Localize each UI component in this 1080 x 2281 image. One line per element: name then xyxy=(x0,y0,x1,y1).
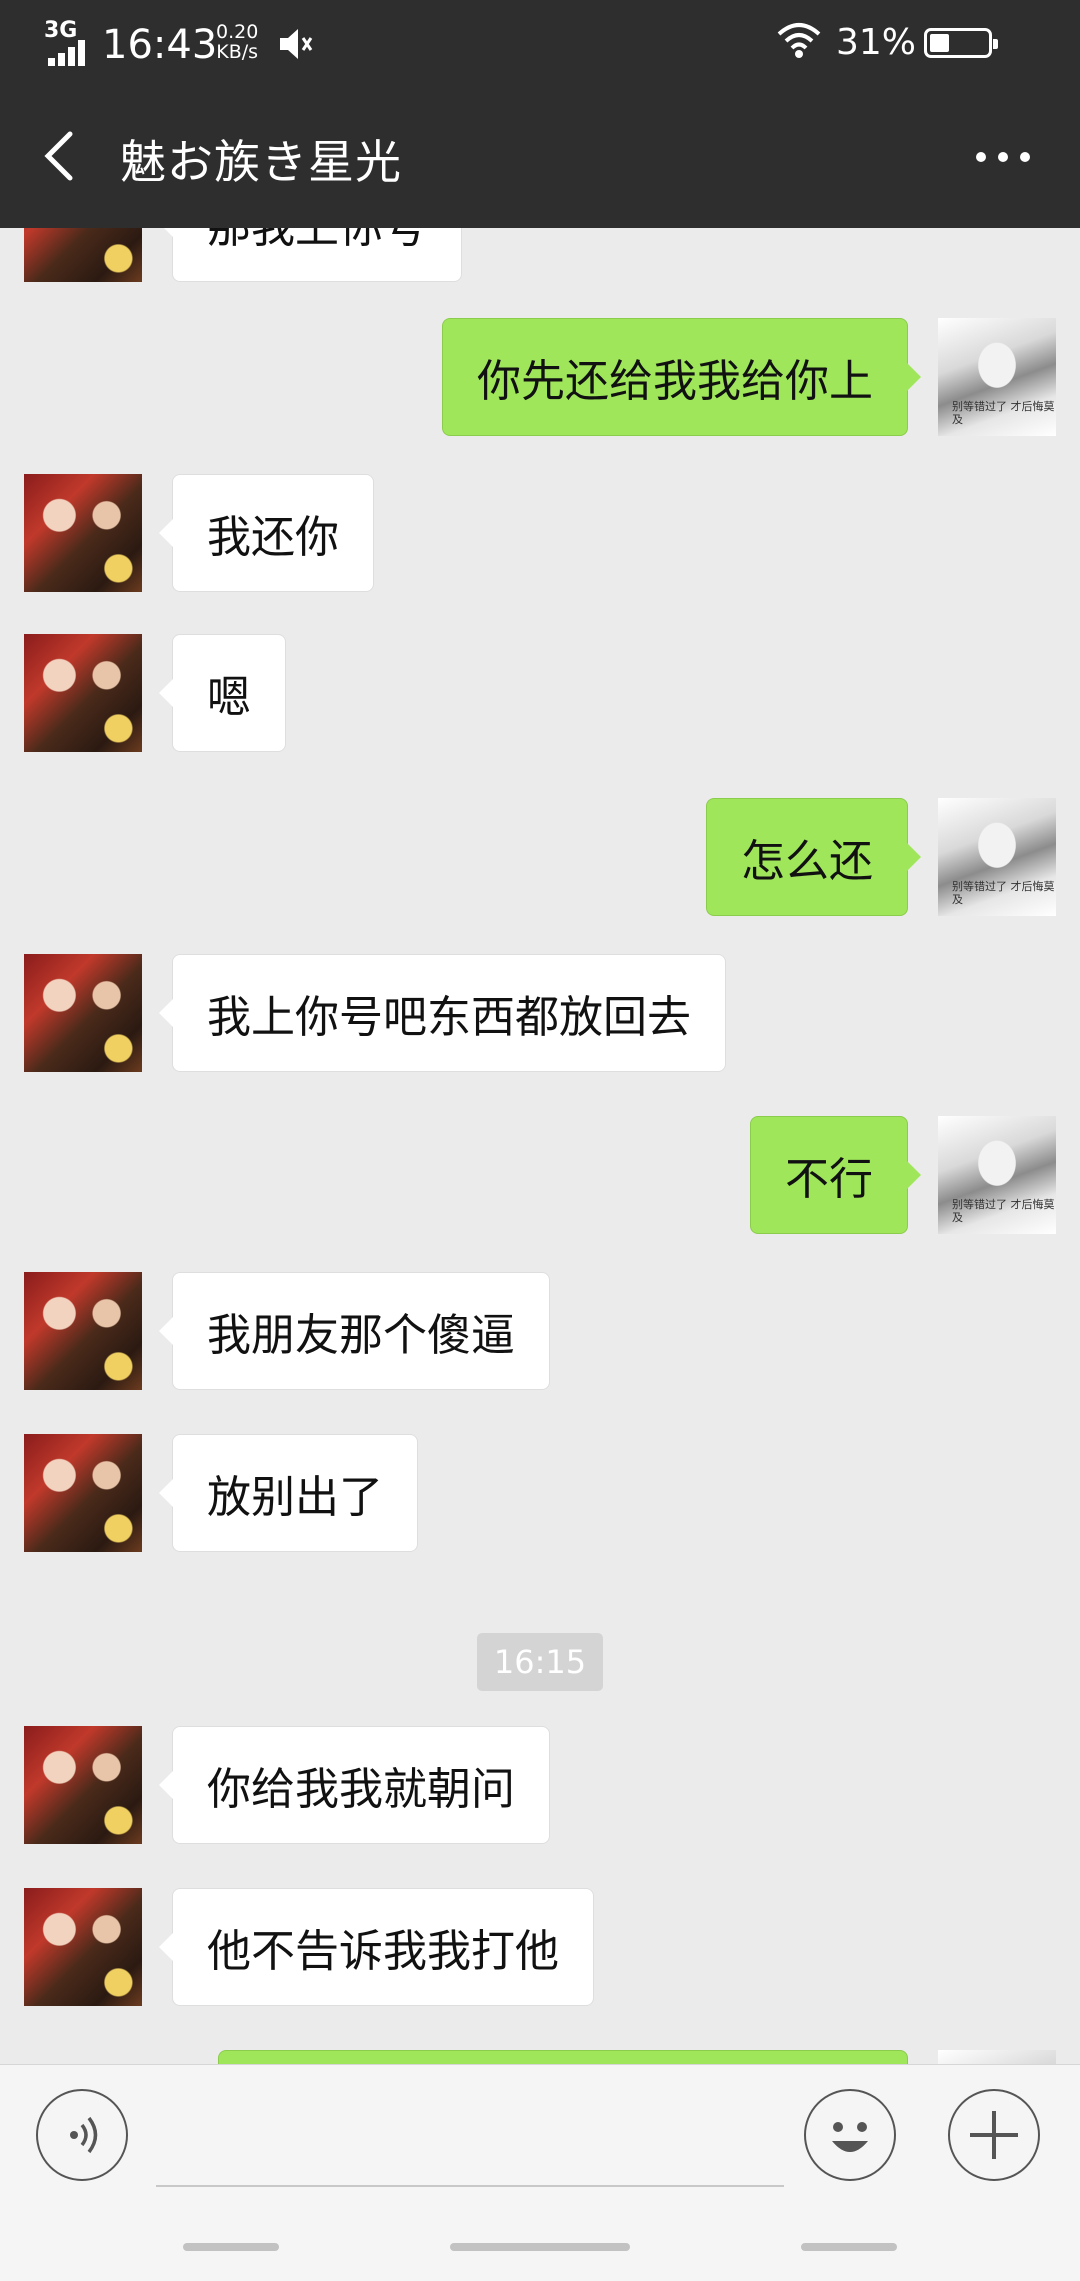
nav-hint-home[interactable] xyxy=(450,2243,630,2251)
contact-avatar[interactable] xyxy=(24,634,142,752)
message-input[interactable] xyxy=(156,2089,784,2187)
message-list[interactable]: 那我上你号 你先还给我我给你上 别等错过了 才后悔莫及 我还你 嗯 怎么还 别等… xyxy=(0,228,1080,2064)
my-avatar[interactable]: 别等错过了 才后悔莫及 xyxy=(938,318,1056,436)
battery-percent: 31% xyxy=(836,22,917,63)
message-bubble[interactable]: 他不告诉我我打他 xyxy=(159,1888,594,2006)
my-avatar[interactable]: 别等错过了 才后悔莫及 xyxy=(938,798,1056,916)
emoji-button[interactable] xyxy=(804,2089,896,2181)
network-speed: 0.20 KB/s xyxy=(216,22,258,62)
speed-unit: KB/s xyxy=(216,41,259,63)
message-bubble[interactable]: 我朋友那个傻逼 xyxy=(159,1272,550,1390)
chevron-left-icon[interactable] xyxy=(32,124,88,188)
speed-value: 0.20 xyxy=(216,21,259,43)
emoji-icon xyxy=(832,2122,868,2152)
signal-icon xyxy=(48,40,94,66)
avatar-signature: 别等错过了 才后悔莫及 xyxy=(952,400,1055,426)
nav-hint-right[interactable] xyxy=(801,2243,897,2251)
voice-icon xyxy=(70,2116,98,2154)
timestamp-divider: 16:15 xyxy=(477,1633,603,1691)
contact-avatar[interactable] xyxy=(24,1434,142,1552)
avatar-signature: 别等错过了 才后悔莫及 xyxy=(952,1198,1055,1224)
chat-title: 魅お族き星光 xyxy=(120,135,402,189)
contact-avatar[interactable] xyxy=(24,228,142,282)
status-bar: 3G 16:43 0.20 KB/s 31% xyxy=(0,0,1080,84)
message-bubble[interactable]: 放别出了 xyxy=(159,1434,418,1552)
plus-icon xyxy=(970,2111,1018,2159)
my-avatar[interactable]: 别等错过了 才后悔莫及 xyxy=(938,1116,1056,1234)
message-bubble[interactable]: 你给我我就朝问 xyxy=(159,1726,550,1844)
plus-button[interactable] xyxy=(948,2089,1040,2181)
battery-icon xyxy=(924,28,998,58)
nav-hint-left[interactable] xyxy=(183,2243,279,2251)
my-avatar[interactable]: 别等错过了 才后悔莫及 xyxy=(938,2050,1056,2064)
contact-avatar[interactable] xyxy=(24,1888,142,2006)
contact-avatar[interactable] xyxy=(24,1726,142,1844)
message-bubble[interactable]: 怎么还 xyxy=(706,798,921,916)
wifi-icon xyxy=(777,23,821,58)
message-bubble[interactable]: 你先还给我我给你上 xyxy=(442,318,921,436)
message-bubble[interactable]: 嗯 xyxy=(159,634,286,752)
message-bubble[interactable]: 我还你 xyxy=(159,474,374,592)
contact-avatar[interactable] xyxy=(24,474,142,592)
voice-button[interactable] xyxy=(36,2089,128,2181)
input-bar xyxy=(0,2064,1080,2281)
contact-avatar[interactable] xyxy=(24,954,142,1072)
avatar-signature: 别等错过了 才后悔莫及 xyxy=(952,880,1055,906)
chat-header: 魅お族き星光 xyxy=(0,84,1080,228)
contact-avatar[interactable] xyxy=(24,1272,142,1390)
more-horizontal-icon[interactable] xyxy=(976,142,1030,170)
clock: 16:43 xyxy=(102,22,218,68)
message-bubble[interactable]: 我上你号吧东西都放回去 xyxy=(159,954,726,1072)
message-bubble[interactable]: 不行 xyxy=(750,1116,921,1234)
message-bubble[interactable] xyxy=(218,2050,908,2064)
mute-icon xyxy=(280,29,313,59)
message-bubble[interactable]: 那我上你号 xyxy=(159,228,462,282)
